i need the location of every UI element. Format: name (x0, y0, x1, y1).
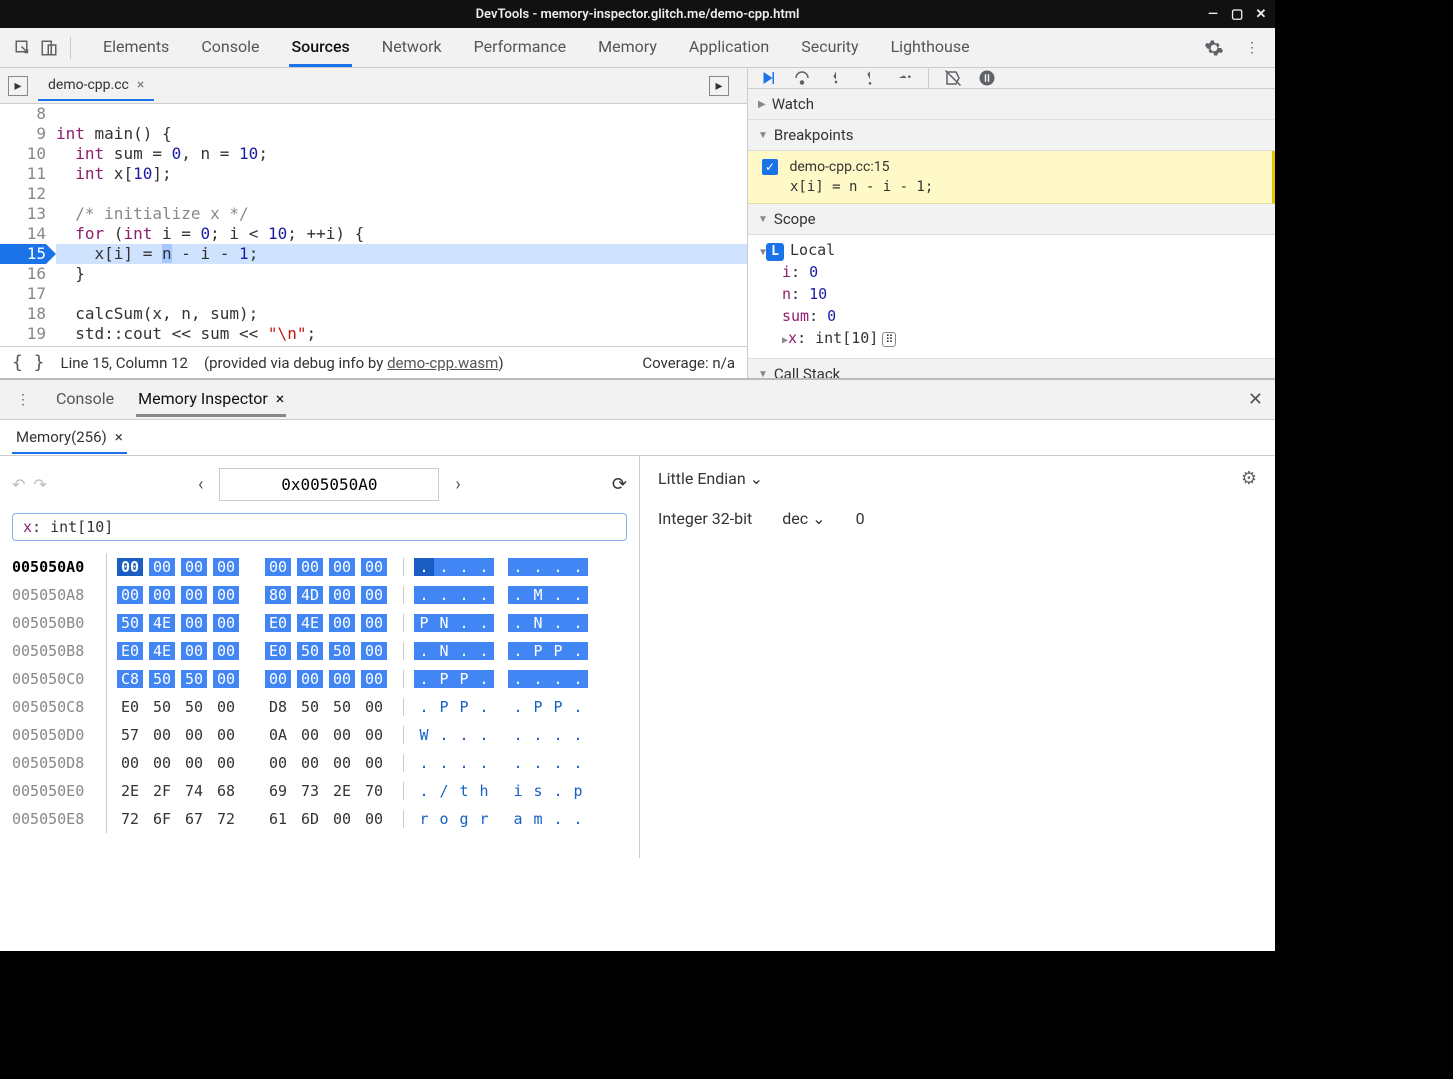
drawer-memory-tab[interactable]: Memory Inspector× (136, 383, 286, 417)
main-tabs: Elements Console Sources Network Performance… (101, 29, 972, 67)
minimize-icon[interactable]: — (1207, 7, 1219, 22)
maximize-icon[interactable]: ▢ (1231, 7, 1243, 22)
tab-lighthouse[interactable]: Lighthouse (889, 29, 972, 67)
hex-row[interactable]: 005050B0504E0000E04E0000PN...N.. (12, 609, 627, 637)
close-tab-icon[interactable]: × (115, 428, 123, 446)
coverage-text: Coverage: n/a (642, 354, 735, 372)
scope-var-sum[interactable]: sum: 0 (782, 305, 1263, 327)
breakpoint-entry[interactable]: ✓ demo-cpp.cc:15 x[i] = n - i - 1; (748, 151, 1275, 204)
endian-select[interactable]: Little Endian ⌄ (658, 469, 763, 488)
step-into-button[interactable] (826, 68, 846, 88)
hex-row[interactable]: 005050E8726F6772616D0000rogram.. (12, 805, 627, 833)
scope-var-x[interactable]: ▶x: int[10]⠿ (782, 327, 1263, 352)
breakpoint-label: demo-cpp.cc:15 (789, 159, 889, 175)
more-icon[interactable]: ⋮ (1241, 37, 1263, 59)
main-toolbar: Elements Console Sources Network Performance… (0, 28, 1275, 68)
tab-performance[interactable]: Performance (472, 29, 569, 67)
close-icon[interactable]: ✕ (1255, 7, 1267, 22)
run-snippet-icon[interactable]: ▸ (709, 76, 729, 96)
decoded-value: 0 (856, 509, 865, 528)
hex-row[interactable]: 005050E02E2F746869732E70./this.p (12, 777, 627, 805)
next-page-icon[interactable]: › (451, 470, 464, 499)
hex-row[interactable]: 005050A800000000804D0000.....M.. (12, 581, 627, 609)
settings-icon[interactable]: ⚙ (1241, 468, 1257, 489)
hex-row[interactable]: 005050D0570000000A000000W....... (12, 721, 627, 749)
navigator-toggle-icon[interactable]: ▸ (8, 76, 28, 96)
deactivate-breakpoints-button[interactable] (943, 68, 963, 88)
hex-row[interactable]: 005050D80000000000000000........ (12, 749, 627, 777)
drawer: ⋮ Console Memory Inspector× ✕ Memory(256… (0, 378, 1275, 858)
scope-var-i[interactable]: i: 0 (782, 261, 1263, 283)
scope-var-n[interactable]: n: 10 (782, 283, 1263, 305)
memory-sub-tab[interactable]: Memory(256)× (12, 422, 127, 454)
breakpoints-section[interactable]: ▼Breakpoints (748, 120, 1275, 151)
callstack-section[interactable]: ▼Call Stack (748, 358, 1275, 378)
cursor-position: Line 15, Column 12 (61, 354, 188, 372)
hex-row[interactable]: 005050C0C850500000000000.PP..... (12, 665, 627, 693)
redo-icon[interactable]: ↷ (33, 475, 46, 494)
resume-button[interactable] (758, 68, 778, 88)
close-tab-icon[interactable]: × (276, 389, 285, 408)
tab-network[interactable]: Network (380, 29, 444, 67)
tab-memory[interactable]: Memory (596, 29, 659, 67)
drawer-tabs: ⋮ Console Memory Inspector× ✕ (0, 380, 1275, 420)
memory-chip-icon[interactable]: ⠿ (882, 332, 896, 347)
close-tab-icon[interactable]: × (137, 77, 144, 93)
drawer-close-icon[interactable]: ✕ (1248, 389, 1263, 410)
hex-row[interactable]: 005050B8E04E0000E0505000.N...PP. (12, 637, 627, 665)
chevron-down-icon: ⌄ (812, 509, 825, 528)
settings-icon[interactable] (1203, 37, 1225, 59)
tab-sources[interactable]: Sources (289, 29, 351, 67)
window-titlebar: DevTools - memory-inspector.glitch.me/de… (0, 0, 1275, 28)
device-toggle-icon[interactable] (38, 37, 60, 59)
status-bar: { } Line 15, Column 12 (provided via deb… (0, 346, 747, 378)
tab-console[interactable]: Console (199, 29, 261, 67)
window-title: DevTools - memory-inspector.glitch.me/de… (476, 7, 800, 22)
step-over-button[interactable] (792, 68, 812, 88)
debugger-toolbar (748, 68, 1275, 89)
memory-object-chip[interactable]: x: int[10] (12, 513, 627, 541)
prev-page-icon[interactable]: ‹ (194, 470, 207, 499)
tab-application[interactable]: Application (687, 29, 771, 67)
file-tabs: ▸ demo-cpp.cc × ▸ (0, 68, 747, 104)
int-type-label: Integer 32-bit (658, 509, 752, 528)
refresh-icon[interactable]: ⟳ (612, 474, 627, 495)
debug-info-text: (provided via debug info by demo-cpp.was… (204, 354, 504, 372)
file-tab-label: demo-cpp.cc (48, 77, 129, 93)
scope-body: ▼LLocal i: 0n: 10sum: 0 ▶x: int[10]⠿ (748, 235, 1275, 358)
tab-elements[interactable]: Elements (101, 29, 171, 67)
code-editor[interactable]: 891011121314151617181920 int main() { in… (0, 104, 747, 346)
memory-hex-view: ↶ ↷ ‹ › ⟳ x: int[10] 005050A000000000000… (0, 456, 640, 858)
step-out-button[interactable] (860, 68, 880, 88)
format-select[interactable]: dec ⌄ (782, 509, 825, 528)
pretty-print-icon[interactable]: { } (12, 352, 45, 373)
pause-exceptions-button[interactable] (977, 68, 997, 88)
debug-wasm-link[interactable]: demo-cpp.wasm (387, 354, 498, 372)
undo-icon[interactable]: ↶ (12, 475, 25, 494)
memory-value-view: Little Endian ⌄ ⚙ Integer 32-bit dec ⌄ 0 (640, 456, 1275, 858)
hex-row[interactable]: 005050A00000000000000000........ (12, 553, 627, 581)
chevron-down-icon: ⌄ (750, 469, 763, 488)
step-button[interactable] (894, 68, 914, 88)
breakpoint-code: x[i] = n - i - 1; (790, 179, 1258, 195)
scope-section[interactable]: ▼Scope (748, 204, 1275, 235)
breakpoint-checkbox[interactable]: ✓ (762, 159, 778, 175)
drawer-more-icon[interactable]: ⋮ (12, 389, 34, 411)
hex-row[interactable]: 005050C8E0505000D8505000.PP..PP. (12, 693, 627, 721)
memory-sub-tabs: Memory(256)× (0, 420, 1275, 456)
tab-security[interactable]: Security (799, 29, 860, 67)
inspect-icon[interactable] (12, 37, 34, 59)
watch-section[interactable]: ▶Watch (748, 89, 1275, 120)
drawer-console-tab[interactable]: Console (54, 383, 116, 417)
file-tab[interactable]: demo-cpp.cc × (38, 71, 154, 101)
scope-local[interactable]: ▼LLocal (760, 241, 1263, 261)
address-input[interactable] (219, 468, 439, 501)
